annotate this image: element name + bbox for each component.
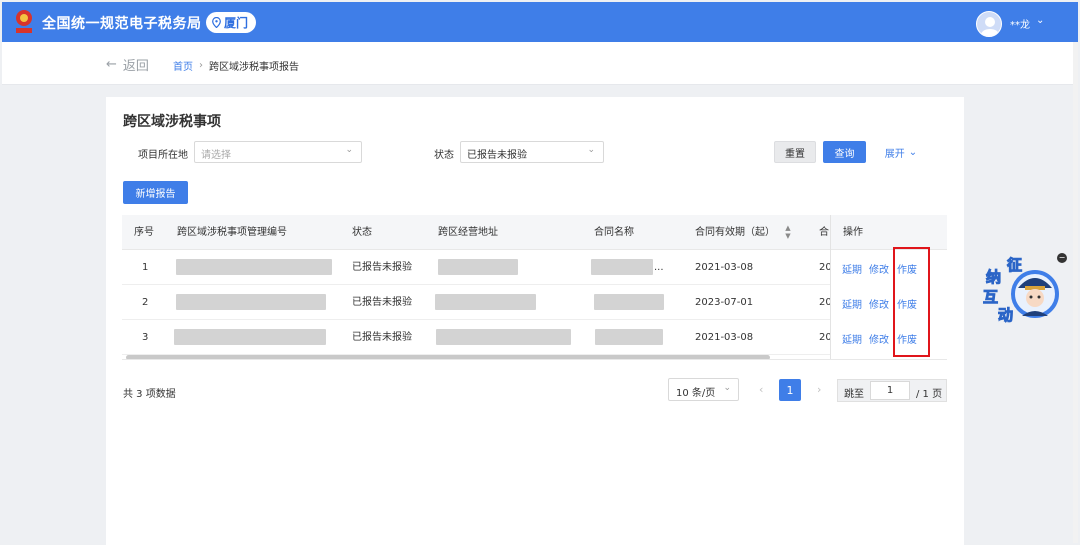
edit-link[interactable]: 修改	[869, 296, 889, 311]
breadcrumb-separator: ›	[199, 60, 203, 71]
col-header-truncated: 合	[819, 227, 829, 238]
row-index: 1	[142, 262, 149, 273]
query-button[interactable]: 查询	[823, 141, 866, 163]
user-icon	[980, 17, 1000, 36]
sort-icon[interactable]: ▲ ▼	[784, 224, 792, 240]
location-pin-icon	[212, 17, 221, 28]
table-row: 2 已报告未报验 2023-07-01 20	[122, 285, 947, 320]
breadcrumb: 首页 › 跨区域涉税事项报告	[173, 58, 299, 73]
page-jumper: 跳至 1 / 1 页	[837, 379, 947, 402]
table-row: 3 已报告未报验 2021-03-08 20	[122, 320, 947, 355]
col-header-actions: 操作	[843, 227, 863, 238]
assistant-mascot[interactable]: 征 纳 互 动	[980, 253, 1062, 331]
edit-link[interactable]: 修改	[869, 331, 889, 346]
redacted-address	[436, 329, 571, 345]
site-title: 全国统一规范电子税务局	[42, 16, 202, 32]
row-contract-start: 2021-03-08	[695, 262, 754, 273]
mascot-char: 纳	[985, 268, 1002, 287]
arrow-left-icon: ←	[106, 57, 117, 72]
user-name[interactable]: **龙	[1010, 16, 1030, 31]
reset-button[interactable]: 重置	[774, 141, 816, 163]
vertical-scrollbar[interactable]	[1073, 42, 1078, 543]
chevron-down-icon: ⌄	[908, 146, 918, 158]
expand-label: 展开	[884, 148, 905, 160]
add-report-button[interactable]: 新增报告	[123, 181, 188, 204]
mascot-char: 动	[997, 306, 1014, 325]
page-size-select[interactable]: 10 条/页 ⌄	[668, 378, 739, 401]
horizontal-scrollbar[interactable]	[126, 355, 770, 359]
jump-input[interactable]: 1	[870, 381, 910, 400]
chevron-down-icon: ⌄	[587, 145, 595, 155]
row-index: 2	[142, 297, 149, 308]
location-select[interactable]: 请选择 ⌄	[194, 141, 362, 163]
location-placeholder: 请选择	[201, 150, 231, 161]
void-column-highlight	[893, 247, 930, 357]
total-pages: / 1 页	[916, 389, 943, 400]
chevron-down-icon[interactable]: ⌄	[1036, 15, 1044, 26]
city-name: 厦门	[224, 16, 249, 30]
redacted-contract-name	[594, 294, 664, 310]
back-button[interactable]: ← 返回	[106, 55, 149, 74]
row-status: 已报告未报验	[352, 332, 412, 343]
total-count: 共 3 项数据	[123, 389, 176, 400]
expand-toggle[interactable]: 展开 ⌄	[880, 141, 922, 163]
table-header: 序号 跨区域涉税事项管理编号 状态 跨区经营地址 合同名称 合同有效期（起） ▲…	[122, 215, 947, 250]
next-page-icon[interactable]: ›	[817, 383, 821, 396]
mascot-char: 征	[1006, 256, 1023, 275]
extend-link[interactable]: 延期	[842, 296, 862, 311]
user-avatar[interactable]	[976, 11, 1002, 37]
extend-link[interactable]: 延期	[842, 261, 862, 276]
edit-link[interactable]: 修改	[869, 261, 889, 276]
status-value: 已报告未报验	[467, 150, 527, 161]
status-label: 状态	[434, 150, 454, 161]
breadcrumb-current: 跨区域涉税事项报告	[209, 62, 299, 73]
actions-header: 操作	[831, 215, 947, 250]
location-label: 项目所在地	[138, 150, 188, 161]
top-navbar: 全国统一规范电子税务局 厦门 **龙 ⌄	[2, 2, 1078, 42]
page-size-value: 10 条/页	[676, 388, 716, 399]
redacted-mgmt-no	[174, 329, 326, 345]
tax-emblem-icon	[16, 10, 32, 33]
report-table: 序号 跨区域涉税事项管理编号 状态 跨区经营地址 合同名称 合同有效期（起） ▲…	[122, 215, 947, 360]
mascot-char: 互	[982, 288, 999, 307]
minus-icon[interactable]: −	[1057, 253, 1067, 263]
redacted-contract-name	[595, 329, 663, 345]
col-header-index: 序号	[134, 227, 154, 238]
row-index: 3	[142, 332, 149, 343]
page-title: 跨区域涉税事项	[123, 114, 221, 130]
redacted-address	[435, 294, 536, 310]
col-header-mgmt-no: 跨区域涉税事项管理编号	[177, 227, 287, 238]
row-status: 已报告未报验	[352, 262, 412, 273]
row-status: 已报告未报验	[352, 297, 412, 308]
chevron-down-icon: ⌄	[345, 145, 353, 155]
page-number-current[interactable]: 1	[779, 379, 801, 401]
redacted-mgmt-no	[176, 294, 326, 310]
extend-link[interactable]: 延期	[842, 331, 862, 346]
status-select[interactable]: 已报告未报验 ⌄	[460, 141, 604, 163]
col-header-address: 跨区经营地址	[438, 227, 498, 238]
redacted-contract-name	[591, 259, 653, 275]
redacted-address	[438, 259, 518, 275]
row-contract-start: 2023-07-01	[695, 297, 754, 308]
prev-page-icon[interactable]: ‹	[759, 383, 763, 396]
table-row: 1 已报告未报验 ... 2021-03-08 20	[122, 250, 947, 285]
redacted-mgmt-no	[176, 259, 332, 275]
breadcrumb-home[interactable]: 首页	[173, 58, 193, 73]
city-selector[interactable]: 厦门	[206, 12, 257, 33]
back-label: 返回	[122, 59, 149, 74]
col-header-contract-name: 合同名称	[594, 227, 634, 238]
jump-label: 跳至	[844, 389, 864, 400]
chevron-down-icon: ⌄	[723, 383, 731, 393]
main-card: 跨区域涉税事项 项目所在地 请选择 ⌄ 状态 已报告未报验 ⌄ 重置 查询 展开…	[106, 97, 964, 545]
col-header-contract-start[interactable]: 合同有效期（起）	[695, 215, 775, 250]
col-header-status: 状态	[352, 227, 372, 238]
row-ellipsis: ...	[654, 262, 664, 273]
breadcrumb-bar: ← 返回 首页 › 跨区域涉税事项报告	[2, 42, 1078, 85]
row-contract-start: 2021-03-08	[695, 332, 754, 343]
